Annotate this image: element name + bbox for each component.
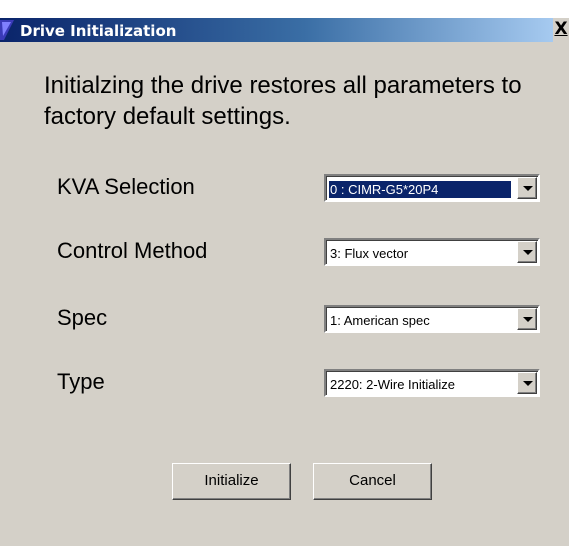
spec-value: 1: American spec <box>330 313 430 328</box>
chevron-down-icon[interactable] <box>517 308 537 330</box>
type-dropdown[interactable]: 2220: 2-Wire Initialize <box>324 369 540 397</box>
close-icon: X <box>554 19 568 39</box>
chevron-down-icon[interactable] <box>517 177 537 199</box>
info-message: Initialzing the drive restores all param… <box>44 72 522 130</box>
dialog-window: Drive Initialization X Initialzing the d… <box>0 0 569 546</box>
spec-label: Spec <box>57 305 108 330</box>
initialize-button[interactable]: Initialize <box>172 463 291 500</box>
window-title: Drive Initialization <box>20 22 177 40</box>
chevron-down-icon[interactable] <box>517 372 537 394</box>
close-button[interactable]: X <box>553 18 569 42</box>
control-method-label: Control Method <box>57 238 208 263</box>
kva-selection-value: 0 : CIMR-G5*20P4 <box>328 180 512 199</box>
control-method-dropdown[interactable]: 3: Flux vector <box>324 238 540 266</box>
app-icon <box>0 20 14 40</box>
title-bar: Drive Initialization X <box>0 0 569 42</box>
chevron-down-icon[interactable] <box>517 241 537 263</box>
type-value: 2220: 2-Wire Initialize <box>330 377 455 392</box>
spec-dropdown[interactable]: 1: American spec <box>324 305 540 333</box>
kva-selection-label: KVA Selection <box>57 174 195 199</box>
cancel-button[interactable]: Cancel <box>313 463 432 500</box>
control-method-value: 3: Flux vector <box>330 246 409 261</box>
type-label: Type <box>57 369 105 394</box>
kva-selection-dropdown[interactable]: 0 : CIMR-G5*20P4 <box>324 174 540 202</box>
